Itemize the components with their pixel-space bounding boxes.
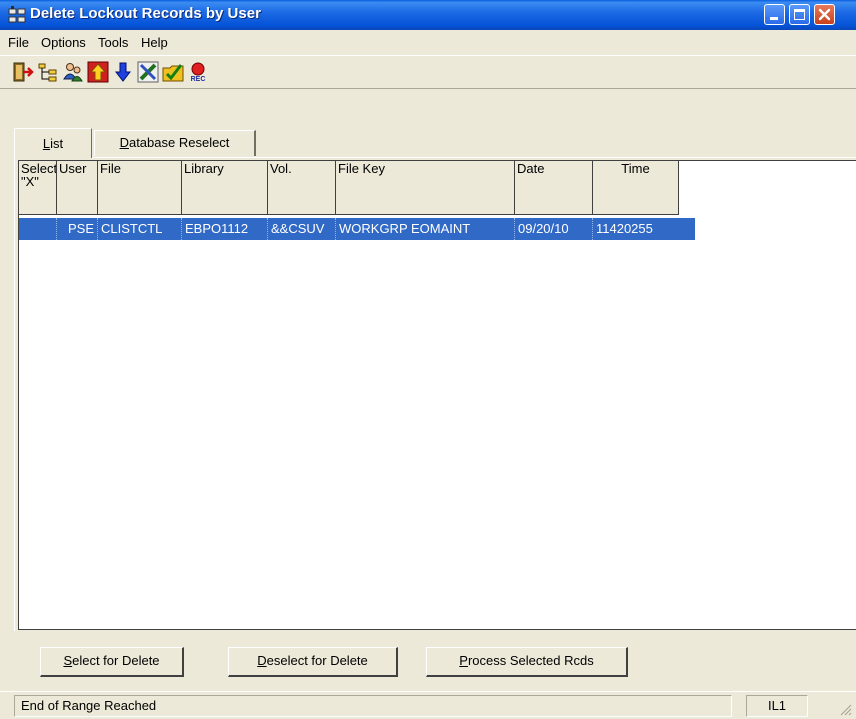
status-bar: End of Range Reached IL1 xyxy=(0,691,856,719)
tab-database-reselect[interactable]: Database Reselect xyxy=(94,130,256,156)
maximize-icon xyxy=(794,9,805,20)
records-grid[interactable]: Select "X" User File Library Vol. File K… xyxy=(18,160,856,630)
cell-select[interactable] xyxy=(19,218,57,240)
folder-check-icon[interactable] xyxy=(162,61,184,83)
header-file-label: File xyxy=(100,161,121,176)
toolbar: REC xyxy=(0,55,856,89)
column-header-date[interactable]: Date xyxy=(515,161,593,215)
header-select-line2: "X" xyxy=(21,174,39,189)
title-bar[interactable]: Delete Lockout Records by User xyxy=(0,0,856,30)
column-header-vol[interactable]: Vol. xyxy=(268,161,336,215)
tab-list-label: ist xyxy=(50,136,64,151)
header-date-label: Date xyxy=(517,161,545,176)
app-icon xyxy=(8,6,26,23)
header-library-label: Library xyxy=(184,161,224,176)
process-selected-records-button[interactable]: Process Selected Rcds xyxy=(426,647,628,677)
tab-list[interactable]: List xyxy=(14,128,92,158)
menu-bar: File Options Tools Help xyxy=(0,30,856,55)
maximize-button[interactable] xyxy=(789,4,810,25)
menu-options[interactable]: Options xyxy=(41,35,86,50)
cell-file: CLISTCTL xyxy=(98,218,182,240)
resize-grip-icon[interactable] xyxy=(838,702,852,716)
app-window: Delete Lockout Records by User File Opti… xyxy=(0,0,856,719)
minimize-button[interactable] xyxy=(764,4,785,25)
window-title: Delete Lockout Records by User xyxy=(30,5,261,22)
status-code: IL1 xyxy=(746,695,808,717)
users-icon[interactable] xyxy=(62,61,84,83)
menu-file[interactable]: File xyxy=(8,35,29,50)
column-header-file[interactable]: File xyxy=(98,161,182,215)
exit-icon[interactable] xyxy=(12,61,34,83)
header-file-key-label: File Key xyxy=(338,161,385,176)
up-arrow-icon[interactable] xyxy=(87,61,109,83)
process-selected-records-label: rocess Selected Rcds xyxy=(467,653,594,668)
tab-database-reselect-mnemonic: D xyxy=(119,135,129,150)
header-user-label: User xyxy=(59,161,87,176)
tree-icon[interactable] xyxy=(37,61,59,83)
tools-icon[interactable] xyxy=(137,61,159,83)
cell-date: 09/20/10 xyxy=(515,218,593,240)
column-header-time[interactable]: Time xyxy=(593,161,679,215)
header-vol-label: Vol. xyxy=(270,161,292,176)
column-header-library[interactable]: Library xyxy=(182,161,268,215)
select-for-delete-label: elect for Delete xyxy=(72,653,160,668)
close-icon xyxy=(818,8,831,21)
process-selected-records-mnemonic: P xyxy=(459,653,468,668)
deselect-for-delete-label: eselect for Delete xyxy=(266,653,368,668)
rec-label: REC xyxy=(191,76,206,83)
cell-user: PSE xyxy=(57,218,98,240)
cell-file-key: WORKGRP EOMAINT xyxy=(336,218,515,240)
header-time-label: Time xyxy=(621,161,650,176)
table-row[interactable]: PSE CLISTCTL EBPO1112 &&CSUV WORKGRP EOM… xyxy=(19,218,695,240)
deselect-for-delete-button[interactable]: Deselect for Delete xyxy=(228,647,398,677)
cell-vol: &&CSUV xyxy=(268,218,336,240)
tab-database-reselect-label: atabase Reselect xyxy=(128,135,230,150)
close-button[interactable] xyxy=(814,4,835,25)
select-for-delete-mnemonic: S xyxy=(63,653,73,668)
status-message: End of Range Reached xyxy=(14,695,732,717)
minimize-icon xyxy=(770,17,778,20)
select-for-delete-button[interactable]: Select for Delete xyxy=(40,647,184,677)
down-arrow-icon[interactable] xyxy=(112,61,134,83)
column-header-file-key[interactable]: File Key xyxy=(336,161,515,215)
cell-library: EBPO1112 xyxy=(182,218,268,240)
menu-help[interactable]: Help xyxy=(141,35,168,50)
deselect-for-delete-mnemonic: D xyxy=(257,653,267,668)
record-icon[interactable]: REC xyxy=(187,61,209,83)
column-header-user[interactable]: User xyxy=(57,161,98,215)
menu-tools[interactable]: Tools xyxy=(98,35,128,50)
column-header-select[interactable]: Select "X" xyxy=(19,161,57,215)
cell-time: 11420255 xyxy=(596,221,653,236)
